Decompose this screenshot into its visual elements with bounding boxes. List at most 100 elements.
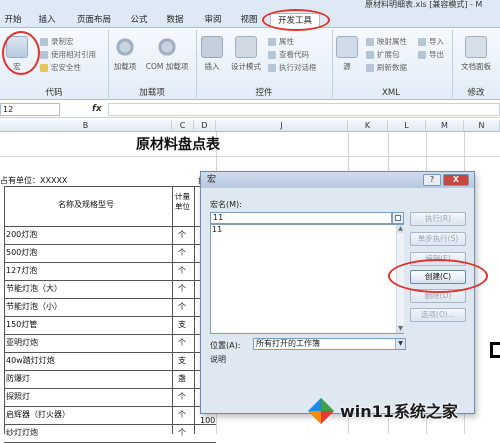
addins-label: 加载项	[113, 62, 137, 71]
range-select-icon[interactable]	[392, 212, 404, 224]
expansion-packs-label: 扩展包	[377, 50, 400, 59]
item-name-cell[interactable]: 500灯泡	[6, 246, 37, 260]
toolbox-icon	[201, 36, 223, 58]
watermark-text: win11系统之家	[340, 402, 458, 421]
item-name-cell[interactable]: 127灯泡	[6, 264, 37, 278]
item-name-cell[interactable]: 150灯管	[6, 318, 37, 332]
close-button[interactable]: X	[443, 174, 469, 186]
item-name-cell[interactable]: 40w踏灯灯炮	[6, 354, 55, 368]
item-name-cell[interactable]: 纱灯灯炮	[6, 426, 38, 440]
item-unit-cell[interactable]: 支	[178, 354, 186, 368]
column-header-k[interactable]: K	[348, 120, 388, 132]
options-button[interactable]: 选项(O)...	[410, 308, 466, 322]
location-select[interactable]: 所有打开的工作簿 ▼	[253, 338, 406, 350]
item-unit-cell[interactable]: 个	[178, 390, 186, 404]
item-name-cell[interactable]: 节能灯泡（小）	[6, 300, 62, 314]
grid-line	[4, 298, 216, 299]
watermark: win11系统之家	[300, 392, 500, 434]
com-addins-button[interactable]: COM 加载项	[142, 36, 192, 72]
item-name-cell[interactable]: 节能灯泡（大）	[6, 282, 62, 296]
item-unit-cell[interactable]: 个	[178, 228, 186, 242]
item-name-cell[interactable]: 探照灯	[6, 390, 30, 404]
item-unit-cell[interactable]: 个	[178, 426, 186, 440]
tab-home[interactable]: 开始	[0, 13, 26, 28]
view-code-label: 查看代码	[279, 50, 309, 59]
scroll-up-icon[interactable]: ▲	[397, 225, 404, 233]
tab-review[interactable]: 审阅	[200, 13, 226, 28]
column-header-m[interactable]: M	[426, 120, 464, 132]
grid-line	[4, 226, 216, 227]
dropdown-arrow-icon[interactable]: ▼	[395, 339, 405, 349]
macro-security-button[interactable]: 宏安全性	[40, 62, 81, 73]
tab-data[interactable]: 数据	[162, 13, 188, 28]
grid-line	[4, 334, 216, 335]
header-item-name: 名称及规格型号	[58, 200, 114, 209]
relative-ref-icon	[40, 51, 48, 59]
expansion-packs-button[interactable]: 扩展包	[366, 49, 400, 60]
item-unit-cell[interactable]: 个	[178, 336, 186, 350]
xml-export-label: 导出	[429, 50, 444, 59]
macro-list[interactable]: 11 ▲ ▼	[210, 224, 404, 334]
step-into-button[interactable]: 单步执行(S)	[410, 232, 466, 246]
xml-source-button[interactable]: 源	[336, 36, 358, 72]
tab-view[interactable]: 视图	[236, 13, 262, 28]
addins-button[interactable]: 加载项	[110, 36, 140, 72]
design-mode-button[interactable]: 设计模式	[228, 36, 264, 72]
macro-name-input[interactable]: 11	[210, 212, 392, 224]
item-unit-cell[interactable]: 个	[178, 408, 186, 422]
item-name-cell[interactable]: 防爆灯	[6, 372, 30, 386]
column-header-j[interactable]: J	[216, 120, 348, 132]
item-name-cell[interactable]: 亚明灯炮	[6, 336, 38, 350]
run-dialog-button[interactable]: 执行对话框	[268, 62, 317, 73]
tab-formulas[interactable]: 公式	[125, 13, 153, 28]
item-unit-cell[interactable]: 个	[178, 264, 186, 278]
map-properties-label: 映射属性	[377, 37, 407, 46]
xml-import-button[interactable]: 导入	[418, 36, 444, 47]
properties-button[interactable]: 属性	[268, 36, 294, 47]
item-unit-cell[interactable]: 个	[178, 300, 186, 314]
insert-control-button[interactable]: 插入	[199, 36, 225, 72]
import-icon	[418, 38, 426, 46]
name-box[interactable]: 12	[0, 103, 60, 116]
document-panel-label: 文档面板	[461, 62, 491, 71]
grid-line	[0, 156, 500, 157]
refresh-data-button[interactable]: 刷新数据	[366, 62, 407, 73]
document-panel-button[interactable]: 文档面板	[456, 36, 496, 72]
tab-page-layout[interactable]: 页面布局	[70, 13, 118, 28]
column-header-l[interactable]: L	[388, 120, 426, 132]
formula-input[interactable]	[108, 103, 500, 116]
relative-reference-button[interactable]: 使用相对引用	[40, 49, 96, 60]
location-value: 所有打开的工作簿	[256, 339, 320, 348]
run-button[interactable]: 执行(R)	[410, 212, 466, 226]
annotation-circle-developer-tab	[262, 9, 330, 31]
column-headers: B C D J K L M N	[0, 120, 500, 132]
item-unit-cell[interactable]: 个	[178, 246, 186, 260]
run-dialog-label: 执行对话框	[279, 63, 317, 72]
record-macro-button[interactable]: 录制宏	[40, 36, 74, 47]
map-properties-button[interactable]: 映射属性	[366, 36, 407, 47]
group-label-xml: XML	[382, 88, 400, 98]
insert-function-icon[interactable]: fx	[92, 103, 106, 116]
column-header-b[interactable]: B	[0, 120, 172, 132]
column-header-c[interactable]: C	[172, 120, 194, 132]
item-unit-cell[interactable]: 个	[178, 282, 186, 296]
relative-reference-label: 使用相对引用	[51, 50, 96, 59]
column-header-n[interactable]: N	[464, 120, 500, 132]
grid-line	[4, 424, 216, 425]
xml-source-icon	[336, 36, 358, 58]
group-label-addins: 加载项	[139, 88, 165, 98]
xml-export-button[interactable]: 导出	[418, 49, 444, 60]
tab-insert[interactable]: 插入	[32, 13, 62, 28]
item-unit-cell[interactable]: 盏	[178, 372, 186, 386]
record-icon	[40, 38, 48, 46]
gears-icon	[156, 36, 178, 58]
item-name-cell[interactable]: 200灯泡	[6, 228, 37, 242]
list-item[interactable]: 11	[212, 225, 397, 236]
help-button[interactable]: ?	[423, 174, 441, 186]
item-unit-cell[interactable]: 支	[178, 318, 186, 332]
item-name-cell[interactable]: 启辉器（打火器）	[6, 408, 70, 422]
view-code-button[interactable]: 查看代码	[268, 49, 309, 60]
column-header-d[interactable]: D	[194, 120, 216, 132]
grid-line	[4, 244, 216, 245]
scroll-down-icon[interactable]: ▼	[397, 325, 404, 333]
